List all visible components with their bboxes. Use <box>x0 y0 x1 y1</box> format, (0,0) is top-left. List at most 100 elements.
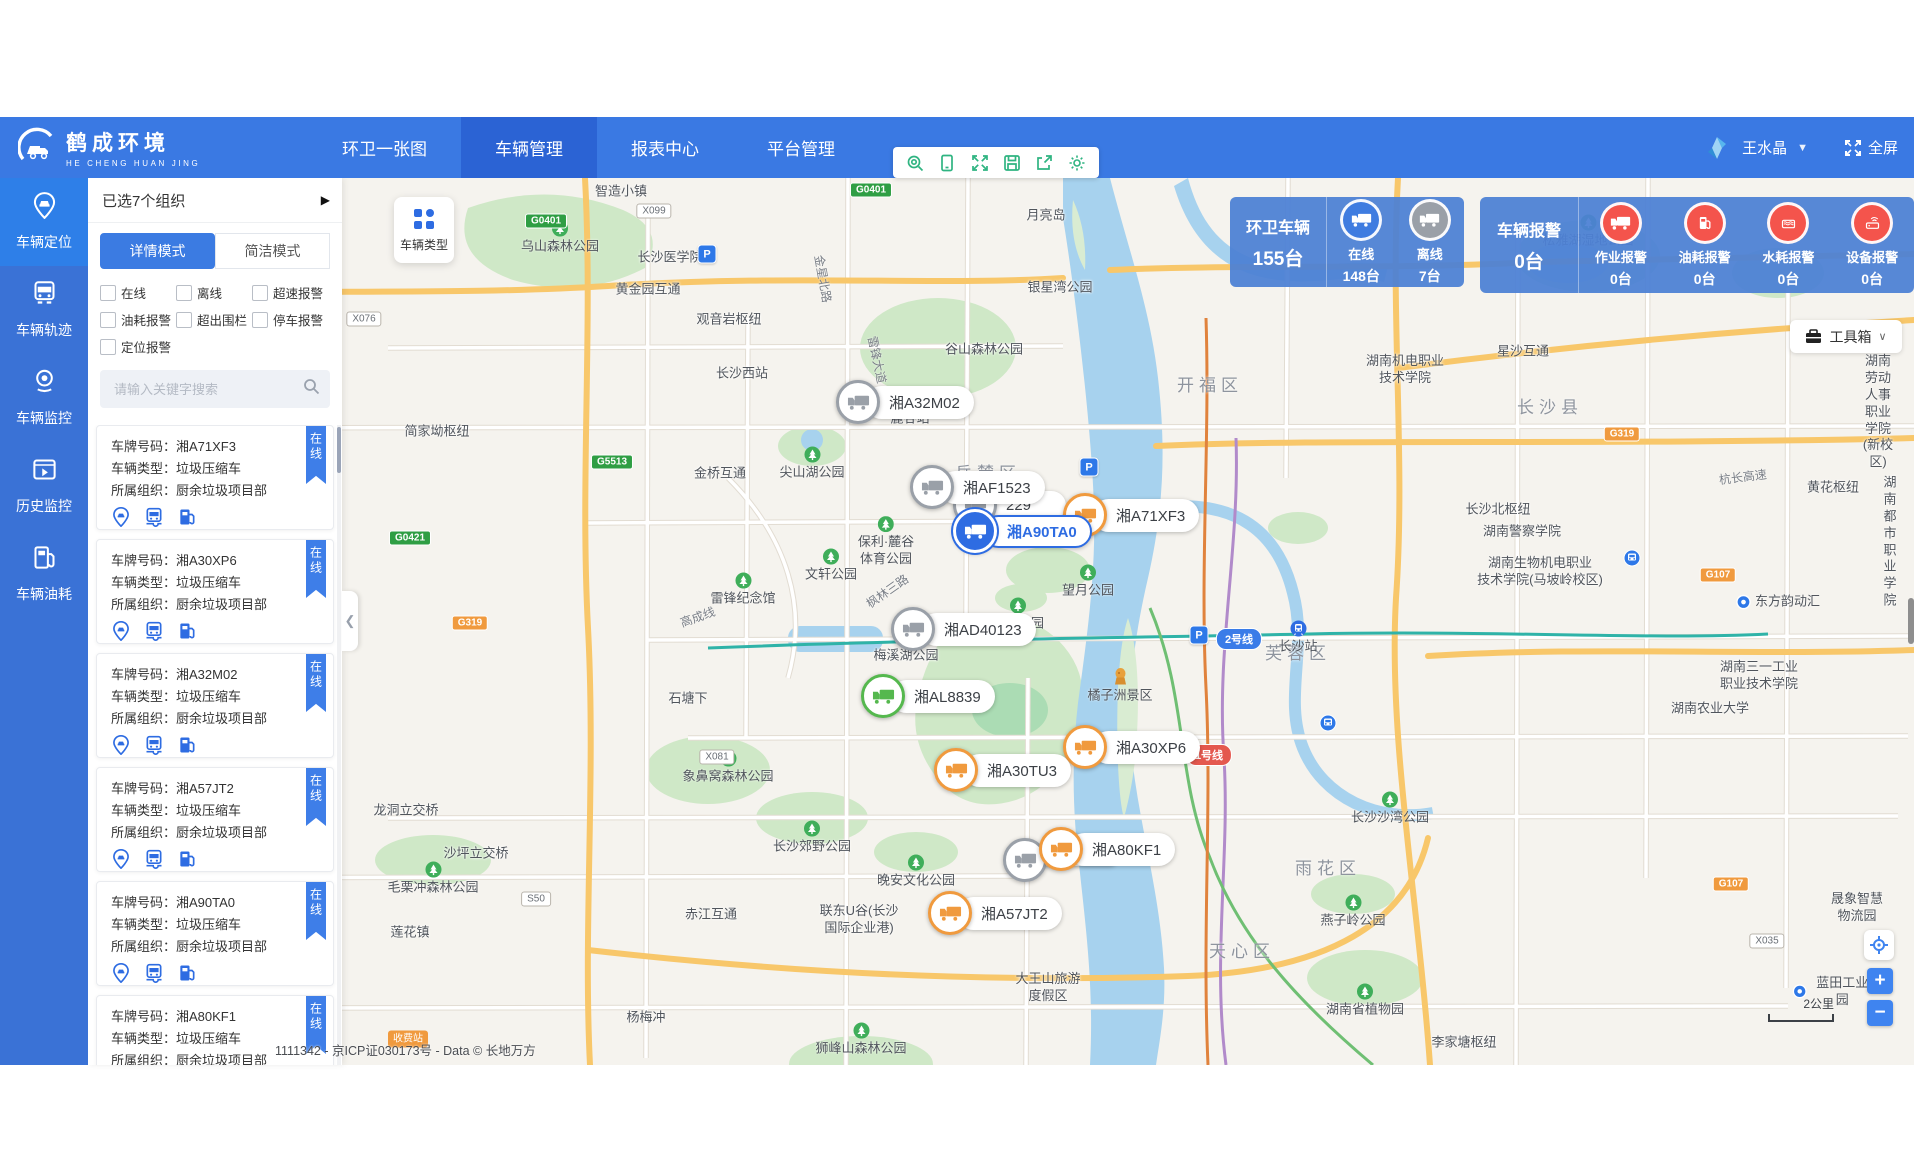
filter-油耗报警[interactable]: 油耗报警 <box>100 306 176 333</box>
alarm-设备报警: 设备报警0台 <box>1830 197 1914 293</box>
track-icon[interactable] <box>144 963 164 988</box>
locate-icon[interactable] <box>111 963 131 988</box>
nav-item-报表中心[interactable]: 报表中心 <box>597 117 733 178</box>
filter-离线[interactable]: 离线 <box>176 279 252 306</box>
tab-简洁模式[interactable]: 简洁模式 <box>215 233 330 269</box>
panel-collapse-button[interactable]: ❮ <box>342 591 358 651</box>
vehicle-marker-湘AL8839[interactable]: 湘AL8839 <box>861 674 995 718</box>
locate-button[interactable] <box>1864 930 1894 960</box>
filter-label: 停车报警 <box>273 310 323 329</box>
plate-label: 湘A57JT2 <box>957 897 1062 930</box>
map-canvas[interactable]: 智造小镇乌山森林公园长沙医学院黄金园互通月亮岛银星湾公园观音岩枢纽谷山森林公园长… <box>88 178 1914 1065</box>
panel-scrollbar[interactable] <box>337 425 341 1065</box>
user-avatar[interactable] <box>1702 133 1732 163</box>
search-icon[interactable] <box>303 378 320 400</box>
fuel-icon[interactable] <box>177 849 197 874</box>
search-box <box>100 370 330 408</box>
track-icon[interactable] <box>144 621 164 646</box>
vehicle-marker-湘A57JT2[interactable]: 湘A57JT2 <box>928 891 1062 935</box>
fuel-icon[interactable] <box>177 735 197 760</box>
org-expand-icon[interactable]: ▶ <box>321 193 330 207</box>
card-field: 车辆类型：垃圾压缩车 <box>111 572 333 594</box>
search-icon[interactable] <box>906 154 924 172</box>
locate-icon[interactable] <box>111 849 131 874</box>
vehicle-marker-湘A30TU3[interactable]: 湘A30TU3 <box>934 748 1071 792</box>
plate-label: 湘AF1523 <box>939 471 1045 504</box>
locate-icon[interactable] <box>111 621 131 646</box>
checkbox[interactable] <box>252 312 268 328</box>
checkbox[interactable] <box>100 339 116 355</box>
checkbox[interactable] <box>100 312 116 328</box>
checkbox[interactable] <box>252 285 268 301</box>
vehicle-card[interactable]: 车牌号码：湘A90TA0车辆类型：垃圾压缩车所属组织：厨余垃圾项目部在线 <box>96 881 334 986</box>
locate-icon[interactable] <box>111 507 131 532</box>
vehicle-marker-湘A80KF1[interactable]: 湘A80KF1 <box>1039 827 1175 871</box>
alarm-title: 车辆报警 <box>1497 217 1561 241</box>
alarm-count: 0台 <box>1861 269 1883 289</box>
tab-详情模式[interactable]: 详情模式 <box>100 233 215 269</box>
card-field: 车牌号码：湘A71XF3 <box>111 436 333 458</box>
chevron-down-icon[interactable]: ▼ <box>1797 142 1808 154</box>
map-attribution: 1111342 - 京ICP证030173号 - Data © 长地万方 <box>275 1040 536 1059</box>
page-scrollbar[interactable] <box>1908 598 1914 644</box>
zoom-out-button[interactable]: − <box>1867 1000 1893 1026</box>
filter-在线[interactable]: 在线 <box>100 279 176 306</box>
username[interactable]: 王水晶 <box>1742 137 1787 158</box>
filter-label: 离线 <box>197 283 222 302</box>
nav-item-平台管理[interactable]: 平台管理 <box>733 117 869 178</box>
nav-item-车辆管理[interactable]: 车辆管理 <box>461 117 597 178</box>
panel-scrollbar-thumb[interactable] <box>337 427 341 473</box>
plate-label: 湘A71XF3 <box>1092 499 1199 532</box>
track-icon[interactable] <box>144 507 164 532</box>
fuel-icon[interactable] <box>177 507 197 532</box>
track-icon[interactable] <box>144 849 164 874</box>
org-selection-label: 已选7个组织 <box>102 190 185 211</box>
fuel-icon[interactable] <box>177 963 197 988</box>
sidebar-item-车辆油耗[interactable]: 车辆油耗 <box>0 530 88 618</box>
fullscreen-icon[interactable] <box>971 154 989 172</box>
filter-定位报警[interactable]: 定位报警 <box>100 333 176 360</box>
vehicle-type-button[interactable]: 车辆类型 <box>394 197 454 263</box>
filter-停车报警[interactable]: 停车报警 <box>252 306 328 333</box>
checkbox[interactable] <box>176 285 192 301</box>
vehicle-marker-湘A30XP6[interactable]: 湘A30XP6 <box>1063 725 1200 769</box>
toolbox-button[interactable]: 工具箱 ∨ <box>1790 320 1902 353</box>
card-field: 车辆类型：垃圾压缩车 <box>111 458 333 480</box>
filter-label: 超速报警 <box>273 283 323 302</box>
zoom-in-button[interactable]: + <box>1867 968 1893 994</box>
vehicle-marker-湘A32M02[interactable]: 湘A32M02 <box>836 380 974 424</box>
vehicle-card[interactable]: 车牌号码：湘A30XP6车辆类型：垃圾压缩车所属组织：厨余垃圾项目部在线 <box>96 539 334 644</box>
vehicle-card[interactable]: 车牌号码：湘A32M02车辆类型：垃圾压缩车所属组织：厨余垃圾项目部在线 <box>96 653 334 758</box>
truck-icon <box>861 674 905 718</box>
filter-超速报警[interactable]: 超速报警 <box>252 279 328 306</box>
track-icon[interactable] <box>144 735 164 760</box>
nav-item-环卫一张图[interactable]: 环卫一张图 <box>308 117 461 178</box>
checkbox[interactable] <box>100 285 116 301</box>
plate-label: 湘A30XP6 <box>1092 731 1200 764</box>
locate-icon[interactable] <box>111 735 131 760</box>
vehicle-card[interactable]: 车牌号码：湘A57JT2车辆类型：垃圾压缩车所属组织：厨余垃圾项目部在线 <box>96 767 334 872</box>
fuel-icon[interactable] <box>177 621 197 646</box>
sidebar-item-车辆定位[interactable]: 车辆定位 <box>0 178 88 266</box>
vehicle-card[interactable]: 车牌号码：湘A71XF3车辆类型：垃圾压缩车所属组织：厨余垃圾项目部在线 <box>96 425 334 530</box>
truck-icon <box>953 509 997 553</box>
vehicle-marker-湘AF1523[interactable]: 湘AF1523 <box>910 465 1045 509</box>
truck-icon <box>836 380 880 424</box>
truck-icon <box>891 607 935 651</box>
search-input[interactable] <box>112 381 296 398</box>
checkbox[interactable] <box>176 312 192 328</box>
sidebar-item-历史监控[interactable]: 历史监控 <box>0 442 88 530</box>
sidebar-item-车辆监控[interactable]: 车辆监控 <box>0 354 88 442</box>
map-toolbar <box>893 147 1099 178</box>
vehicle-marker-湘AD40123[interactable]: 湘AD40123 <box>891 607 1036 651</box>
monitor-icon[interactable] <box>938 154 956 172</box>
export-icon[interactable] <box>1035 154 1053 172</box>
vehicle-marker-湘A90TA0[interactable]: 湘A90TA0 <box>953 509 1092 553</box>
fullscreen-button[interactable]: 全屏 <box>1844 137 1898 158</box>
settings-icon[interactable] <box>1068 154 1086 172</box>
save-icon[interactable] <box>1003 154 1021 172</box>
online-count: 148台 <box>1343 266 1380 286</box>
brand-logo-icon <box>18 126 56 169</box>
filter-超出围栏[interactable]: 超出围栏 <box>176 306 252 333</box>
sidebar-item-车辆轨迹[interactable]: 车辆轨迹 <box>0 266 88 354</box>
